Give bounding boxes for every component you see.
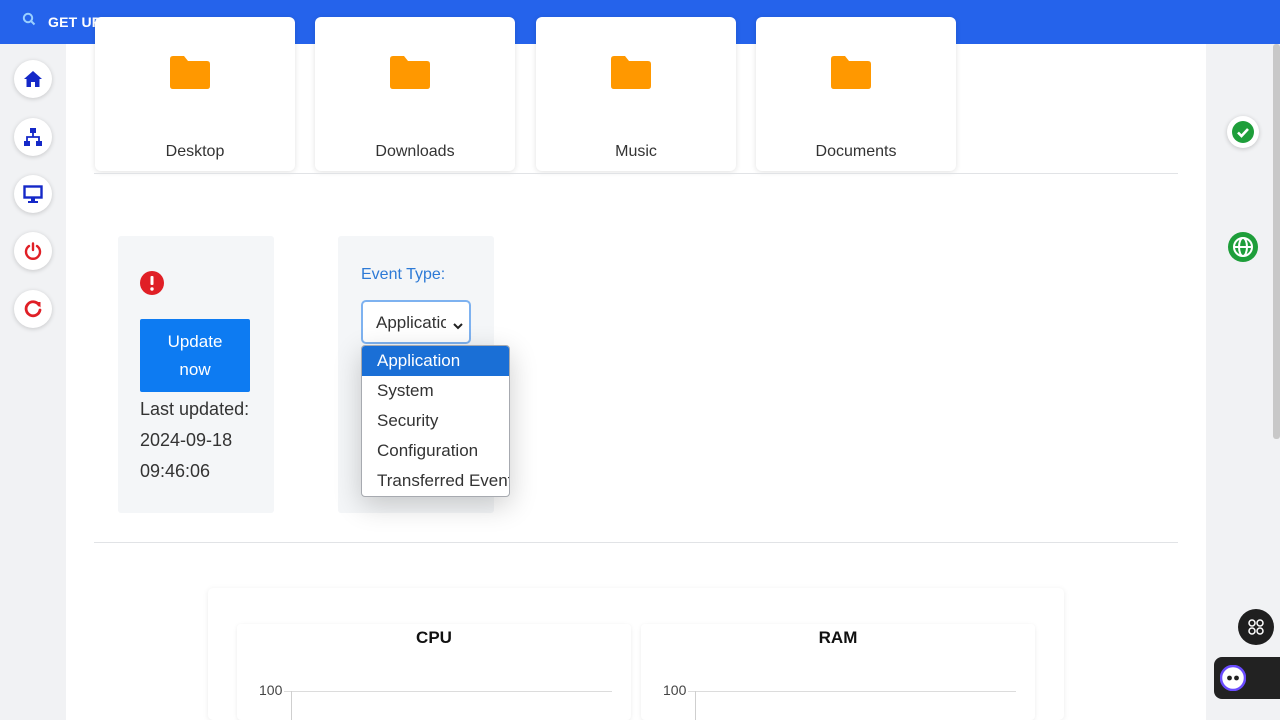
cpu-chart: CPU 100 [237,624,631,720]
home-button[interactable] [14,60,52,98]
globe-icon [1228,232,1258,262]
folder-card-documents[interactable]: Documents [756,17,956,171]
event-type-dropdown: Application System Security Configuratio… [361,345,510,497]
update-now-button[interactable]: Update now [140,319,250,392]
power-button[interactable] [14,232,52,270]
y-axis [695,691,696,720]
assistant-button[interactable] [1214,657,1280,699]
check-circle-icon [1232,121,1254,143]
event-type-label: Event Type: [361,266,446,283]
event-type-select[interactable]: Application [361,300,471,344]
monitor-icon [23,185,43,203]
option-configuration[interactable]: Configuration [362,436,509,466]
folder-card-desktop[interactable]: Desktop [95,17,295,171]
option-application[interactable]: Application [362,346,509,376]
folder-label: Music [615,143,657,160]
folder-icon [831,56,871,89]
refresh-button[interactable] [14,290,52,328]
scrollbar[interactable] [1273,44,1280,439]
gridline [688,691,1016,692]
divider [94,173,1178,174]
folder-label: Downloads [375,143,455,160]
folder-icon [611,56,651,89]
apps-icon [1248,619,1264,635]
network-button[interactable] [14,118,52,156]
last-updated-time: 09:46:06 [140,461,211,481]
update-now-label: Update now [167,331,223,379]
gridline [284,691,612,692]
folder-icon [170,56,210,89]
folder-card-downloads[interactable]: Downloads [315,17,515,171]
apps-button[interactable] [1238,609,1274,645]
folder-card-music[interactable]: Music [536,17,736,171]
folder-icon [390,56,430,89]
y-tick-label: 100 [259,682,283,698]
network-icon [24,128,42,146]
chart-title: CPU [416,628,452,647]
alert-icon [140,271,164,300]
folder-label: Desktop [165,143,225,160]
option-transferred-events[interactable]: Transferred Events [362,466,509,496]
option-system[interactable]: System [362,376,509,406]
power-icon [24,242,42,260]
ram-chart: RAM 100 [641,624,1035,720]
last-updated-info: Last updated: 2024-09-18 09:46:06 [140,394,270,487]
event-type-selected-value: Application [376,313,446,332]
last-updated-label: Last updated: [140,399,250,419]
folder-label: Documents [815,143,897,160]
assistant-icon [1220,665,1246,691]
search-icon[interactable] [22,12,36,31]
y-tick-label: 100 [663,682,687,698]
globe-button[interactable] [1226,228,1260,266]
status-ok-button[interactable] [1227,116,1259,148]
chevron-down-icon [452,316,464,336]
y-axis [291,691,292,720]
chart-title: RAM [818,628,858,647]
last-updated-date: 2024-09-18 [140,430,233,450]
refresh-icon [24,300,42,318]
home-icon [24,71,42,87]
divider [94,542,1178,543]
option-security[interactable]: Security [362,406,509,436]
app-title: GET UP [48,14,102,30]
monitor-button[interactable] [14,175,52,213]
